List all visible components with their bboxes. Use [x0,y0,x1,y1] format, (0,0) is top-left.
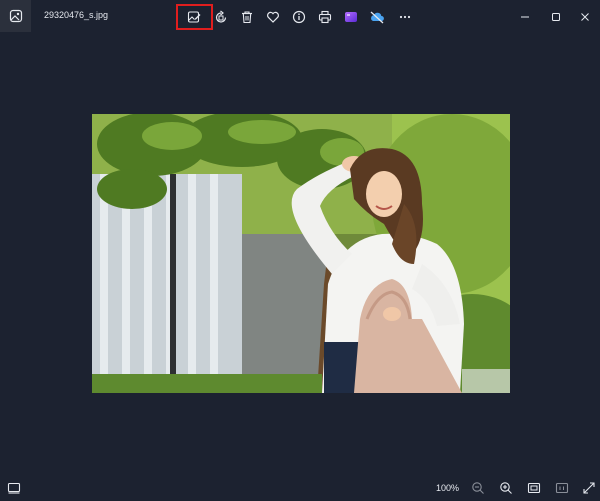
clipchamp-button[interactable] [340,6,362,28]
fullscreen-icon [583,482,595,494]
more-button[interactable] [394,6,416,28]
fit-window-button[interactable] [524,478,544,498]
info-icon [292,10,306,24]
rotate-button[interactable] [210,6,232,28]
more-icon [399,15,411,19]
favorite-icon [267,11,279,23]
close-icon [581,13,589,21]
zoom-in-button[interactable] [496,478,516,498]
zoom-level: 100% [436,483,460,493]
delete-button[interactable] [236,6,258,28]
file-name: 29320476_s.jpg [44,10,109,20]
print-button[interactable] [314,6,336,28]
maximize-button[interactable] [545,6,567,28]
onedrive-button[interactable] [366,6,388,28]
photo-image [92,114,510,393]
delete-icon [242,11,252,24]
info-button[interactable] [288,6,310,28]
maximize-icon [552,13,560,21]
close-button[interactable] [574,6,596,28]
rotate-icon [215,10,227,23]
minimize-icon [521,16,529,18]
print-icon [318,10,332,24]
onedrive-offline-icon [370,11,384,24]
zoom-out-button[interactable] [468,478,488,498]
zoom-out-icon [472,482,484,494]
edit-image-icon [187,11,201,23]
fullscreen-button[interactable] [579,478,599,498]
status-bar: 100% [0,475,600,501]
fit-window-icon [527,482,541,494]
zoom-in-icon [500,482,512,494]
filmstrip-button[interactable] [4,478,24,498]
actual-size-icon [555,482,569,494]
minimize-button[interactable] [514,6,536,28]
photo [92,114,510,393]
photos-app-icon[interactable] [0,0,31,32]
filmstrip-icon [7,482,21,494]
edit-image-button[interactable] [183,6,205,28]
actual-size-button[interactable] [552,478,572,498]
clipchamp-icon [345,12,357,22]
favorite-button[interactable] [262,6,284,28]
title-bar: 29320476_s.jpg [0,0,600,33]
photos-icon [9,9,22,23]
